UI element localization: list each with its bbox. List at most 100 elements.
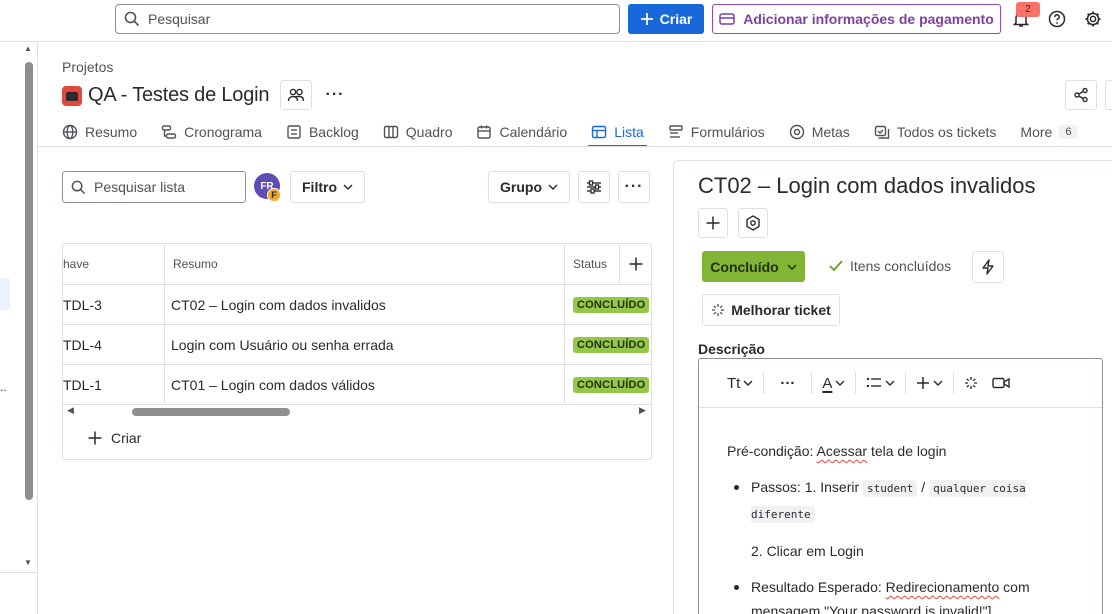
tab-formularios[interactable]: Formulários [668, 118, 765, 145]
create-button-label: Criar [659, 11, 693, 27]
team-button[interactable] [280, 80, 312, 110]
text-span: 2. Clicar em Login [751, 543, 864, 559]
scroll-up-arrow-icon[interactable]: ▲ [24, 44, 32, 53]
scroll-left-arrow-icon[interactable]: ◀ [67, 405, 74, 416]
sliders-icon [587, 180, 601, 194]
share-button[interactable] [1065, 80, 1097, 110]
issue-summary[interactable]: Login com Usuário ou senha errada [171, 325, 561, 364]
tab-todos-os-tickets[interactable]: Todos os tickets [874, 118, 996, 145]
column-divider[interactable] [564, 244, 565, 404]
table-horizontal-scrollbar[interactable]: ◀ ▶ [63, 404, 651, 418]
misspelled-word: Redirecionamento [885, 579, 1000, 595]
sidebar-selected-item[interactable] [0, 278, 10, 310]
check-icon [829, 260, 843, 272]
issues-table: have Resumo Status TDL-3 CT02 – Login co… [62, 243, 652, 460]
issue-key[interactable]: TDL-1 [63, 365, 163, 404]
column-header-status[interactable]: Status [573, 244, 623, 284]
ai-sparkle-icon[interactable] [964, 371, 978, 395]
tab-backlog[interactable]: Backlog [286, 118, 359, 145]
timeline-icon [161, 124, 177, 139]
calendar-icon [477, 125, 492, 139]
header-extra-button[interactable] [1105, 80, 1112, 110]
list-item: Passos: 1. Inserir student / qualquer co… [727, 475, 1077, 527]
status-badge: CONCLUÍDO [573, 336, 650, 353]
text-color-dropdown[interactable]: A [822, 371, 845, 395]
help-icon[interactable] [1046, 8, 1068, 30]
tab-label: Lista [614, 123, 644, 140]
group-button[interactable]: Grupo [488, 171, 570, 203]
global-search-input[interactable]: Pesquisar [115, 4, 620, 34]
sidebar-more-icon[interactable]: .. [0, 380, 7, 394]
issue-status[interactable]: CONCLUÍDO [573, 365, 651, 404]
globe-icon [62, 124, 78, 139]
chevron-down-icon [787, 263, 797, 270]
search-icon [71, 180, 86, 194]
sidebar-scrollbar[interactable] [25, 62, 33, 500]
tab-resumo[interactable]: Resumo [62, 118, 137, 145]
apps-button[interactable] [738, 208, 768, 238]
add-payment-button[interactable]: Adicionar informações de pagamento [712, 4, 1001, 34]
plus-icon [706, 216, 720, 230]
status-transition-button[interactable]: Concluído [702, 251, 805, 282]
automation-button[interactable] [972, 251, 1004, 283]
scroll-down-arrow-icon[interactable]: ▼ [24, 558, 32, 567]
tab-label: Cronograma [184, 123, 262, 140]
add-column-icon[interactable] [621, 244, 651, 284]
video-icon[interactable] [992, 371, 1011, 395]
tab-label: Backlog [308, 123, 359, 140]
tab-calendario[interactable]: Calendário [476, 118, 567, 145]
chevron-down-icon [343, 184, 353, 190]
global-search-placeholder: Pesquisar [148, 11, 211, 27]
issue-summary[interactable]: CT01 – Login com dados válidos [171, 365, 561, 404]
more-actions-icon[interactable]: ··· [322, 82, 348, 108]
insert-dropdown[interactable] [916, 371, 943, 395]
tab-label: Calendário [499, 123, 568, 140]
add-child-button[interactable] [698, 208, 728, 238]
tab-more[interactable]: More 6 [1020, 118, 1078, 145]
create-button[interactable]: Criar [628, 4, 704, 34]
list-more-icon[interactable]: ··· [618, 171, 650, 203]
issue-key[interactable]: TDL-3 [63, 285, 163, 324]
tab-metas[interactable]: Metas [789, 118, 850, 145]
issue-status[interactable]: CONCLUÍDO [573, 325, 651, 364]
breadcrumb[interactable]: Projetos [62, 59, 113, 75]
more-formatting-icon[interactable]: ··· [774, 371, 801, 395]
scroll-right-arrow-icon[interactable]: ▶ [639, 405, 646, 416]
list-search-input[interactable]: Pesquisar lista [62, 171, 246, 203]
text-span: / [917, 479, 930, 495]
tab-label: Resumo [85, 123, 138, 140]
filter-button[interactable]: Filtro [290, 171, 365, 203]
description-heading: Descrição [698, 341, 765, 357]
text-span: mensagem "Your password is invalid!"] [751, 603, 992, 614]
text-span: Pré-condição: [727, 443, 817, 459]
column-divider[interactable] [164, 244, 165, 404]
issue-summary[interactable]: CT02 – Login com dados invalidos [171, 285, 561, 324]
text-style-dropdown[interactable]: Tt [727, 371, 753, 395]
settings-gear-icon[interactable] [1082, 8, 1104, 30]
scrollbar-thumb[interactable] [132, 408, 290, 416]
column-header-summary[interactable]: Resumo [173, 244, 473, 284]
misspelled-word: Acessar [816, 443, 868, 459]
issue-title[interactable]: CT02 – Login com dados invalidos [698, 173, 1036, 199]
list-format-dropdown[interactable] [866, 371, 895, 395]
tab-lista[interactable]: Lista [588, 118, 647, 147]
column-header-key[interactable]: have [63, 244, 163, 284]
project-icon [62, 86, 82, 106]
chevron-down-icon [548, 184, 558, 190]
issue-key[interactable]: TDL-4 [63, 325, 163, 364]
chevron-down-icon [885, 380, 895, 386]
view-settings-button[interactable] [578, 171, 610, 203]
group-label: Grupo [500, 179, 542, 195]
description-editor[interactable]: Tt ··· A Pré-condição: Acessar tela de l… [698, 358, 1103, 614]
toolbar-divider [855, 372, 857, 394]
top-bar: Pesquisar Criar Adicionar informações de… [0, 0, 1112, 42]
create-issue-label: Criar [111, 430, 142, 446]
issue-status[interactable]: CONCLUÍDO [573, 285, 651, 324]
tab-cronograma[interactable]: Cronograma [161, 118, 262, 145]
tab-quadro[interactable]: Quadro [383, 118, 452, 145]
page-title: QA - Testes de Login [88, 84, 270, 106]
goals-icon [789, 124, 804, 139]
create-issue-button[interactable]: Criar [87, 430, 141, 446]
description-content[interactable]: Pré-condição: Acessar tela de login Pass… [727, 439, 1077, 614]
improve-ticket-button[interactable]: Melhorar ticket [702, 294, 840, 326]
